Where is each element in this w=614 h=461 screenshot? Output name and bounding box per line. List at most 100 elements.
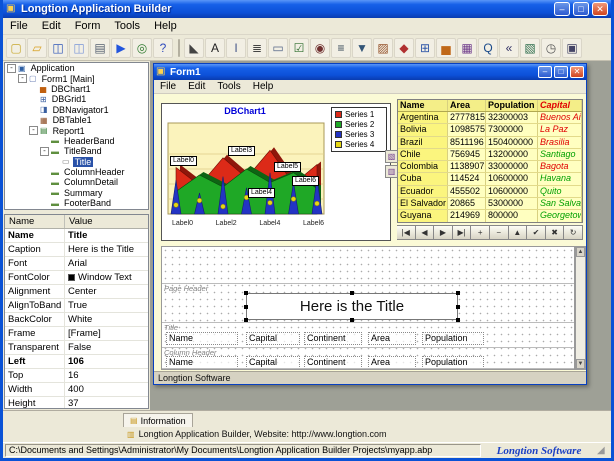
- property-value[interactable]: [Frame]: [65, 327, 148, 340]
- property-value[interactable]: Center: [65, 285, 148, 298]
- Font[interactable]: Font Arial: [5, 257, 148, 271]
- Top[interactable]: Top 16: [5, 369, 148, 383]
- tree-item[interactable]: ⊞ DBGrid1: [5, 94, 148, 104]
- grid-picture-button[interactable]: ▧: [385, 150, 398, 163]
- report-designer[interactable]: Page Header Here is the Title: [161, 246, 575, 370]
- table-tool[interactable]: ▦: [457, 38, 477, 58]
- navigator-button[interactable]: +: [471, 225, 490, 240]
- property-value[interactable]: 106: [65, 355, 148, 368]
- tree-item[interactable]: ▭ Title: [5, 157, 148, 167]
- minimize-button[interactable]: –: [554, 2, 570, 16]
- image-tool[interactable]: ▨: [373, 38, 393, 58]
- Bolivia[interactable]: Bolivia 1098575 7300000 La Paz: [398, 124, 582, 136]
- save-all-button[interactable]: ◫: [69, 38, 89, 58]
- grid-cell-area[interactable]: 455502: [448, 186, 486, 197]
- Caption[interactable]: Caption Here is the Title: [5, 243, 148, 257]
- grid-cell-population[interactable]: 5300000: [486, 198, 538, 209]
- report-field[interactable]: Population: [422, 332, 484, 345]
- grid-cell-name[interactable]: Colombia: [398, 161, 448, 172]
- grid-cell-population[interactable]: 10600000: [486, 186, 538, 197]
- grid-cell-area[interactable]: 20865: [448, 198, 486, 209]
- save-button[interactable]: ◫: [48, 38, 68, 58]
- property-value-column-header[interactable]: Value: [65, 215, 97, 228]
- grid-cell-population[interactable]: 13200000: [486, 149, 538, 160]
- grid-column-header[interactable]: Name: [398, 100, 448, 111]
- tree-expander-icon[interactable]: -: [18, 74, 27, 83]
- form1-minimize-button[interactable]: –: [538, 66, 552, 78]
- Chile[interactable]: Chile 756945 13200000 Santiago: [398, 149, 582, 161]
- Guyana[interactable]: Guyana 214969 800000 Georgetown: [398, 210, 582, 222]
- grid-cell-capital[interactable]: Georgetown: [538, 210, 582, 221]
- navigator-button[interactable]: −: [490, 225, 509, 240]
- grid-cell-name[interactable]: Bolivia: [398, 124, 448, 135]
- run-button[interactable]: ▶: [111, 38, 131, 58]
- Alignment[interactable]: Alignment Center: [5, 285, 148, 299]
- form1-title-bar[interactable]: ▣ Form1 – □ ✕: [154, 64, 586, 80]
- navigator-button[interactable]: |◀: [397, 225, 416, 240]
- grid-cell-name[interactable]: Chile: [398, 149, 448, 160]
- tree-expander-icon[interactable]: -: [7, 64, 16, 73]
- form1-menu-item[interactable]: File: [154, 81, 182, 92]
- navigator-button[interactable]: ◀: [416, 225, 435, 240]
- grid-cell-area[interactable]: 2777815: [448, 112, 486, 123]
- selection-handle[interactable]: [456, 291, 460, 295]
- tree-item[interactable]: ▅ DBChart1: [5, 84, 148, 94]
- Name[interactable]: Name Title: [5, 229, 148, 243]
- grid-cell-capital[interactable]: Buenos Aires: [538, 112, 582, 123]
- menu-item[interactable]: File: [3, 19, 35, 33]
- grid-cell-name[interactable]: Guyana: [398, 210, 448, 221]
- grid-cell-name[interactable]: Brazil: [398, 137, 448, 148]
- query-tool[interactable]: Q: [478, 38, 498, 58]
- property-value[interactable]: 37: [65, 397, 148, 409]
- grid-cell-capital[interactable]: La Paz: [538, 124, 582, 135]
- grid-cell-population[interactable]: 32300003: [486, 112, 538, 123]
- grid-tool[interactable]: ⊞: [415, 38, 435, 58]
- grid-cell-capital[interactable]: Bagota: [538, 161, 582, 172]
- report-tool[interactable]: ▧: [520, 38, 540, 58]
- radio-tool[interactable]: ◉: [310, 38, 330, 58]
- grid-cell-area[interactable]: 8511196: [448, 137, 486, 148]
- menu-item[interactable]: Help: [147, 19, 184, 33]
- shape-tool[interactable]: ◆: [394, 38, 414, 58]
- form1-maximize-button[interactable]: □: [554, 66, 568, 78]
- grid-cell-population[interactable]: 10600000: [486, 173, 538, 184]
- tree-item[interactable]: - ▬ TitleBand: [5, 146, 148, 156]
- print-button[interactable]: ▤: [90, 38, 110, 58]
- scroll-up-icon[interactable]: ▲: [576, 247, 585, 257]
- listbox-tool[interactable]: ≡: [331, 38, 351, 58]
- selection-handle[interactable]: [456, 305, 460, 309]
- report-field[interactable]: Capital: [246, 332, 300, 345]
- El Salvador[interactable]: El Salvador 20865 5300000 San Salvador: [398, 198, 582, 210]
- BackColor[interactable]: BackColor White: [5, 313, 148, 327]
- tree-item[interactable]: ▬ Summary: [5, 188, 148, 198]
- grid-cell-area[interactable]: 114524: [448, 173, 486, 184]
- grid-cell-capital[interactable]: Quito: [538, 186, 582, 197]
- property-name-column-header[interactable]: Name: [5, 215, 65, 228]
- scroll-down-icon[interactable]: ▼: [576, 359, 585, 369]
- grid-cell-area[interactable]: 1138907: [448, 161, 486, 172]
- grid-column-header[interactable]: Capital: [538, 100, 582, 111]
- property-value[interactable]: 16: [65, 369, 148, 382]
- pointer-tool[interactable]: ◣: [184, 38, 204, 58]
- menu-item[interactable]: Form: [68, 19, 108, 33]
- Transparent[interactable]: Transparent False: [5, 341, 148, 355]
- AlignToBand[interactable]: AlignToBand True: [5, 299, 148, 313]
- tree-item[interactable]: ▬ ColumnHeader: [5, 167, 148, 177]
- property-value[interactable]: White: [65, 313, 148, 326]
- grid-cell-name[interactable]: Cuba: [398, 173, 448, 184]
- selection-handle[interactable]: [244, 291, 248, 295]
- edit-tool[interactable]: I: [226, 38, 246, 58]
- close-button[interactable]: ✕: [592, 2, 608, 16]
- Height[interactable]: Height 37: [5, 397, 148, 409]
- grid-cell-population[interactable]: 800000: [486, 210, 538, 221]
- Width[interactable]: Width 400: [5, 383, 148, 397]
- combobox-tool[interactable]: ▼: [352, 38, 372, 58]
- property-value[interactable]: 400: [65, 383, 148, 396]
- Colombia[interactable]: Colombia 1138907 33000000 Bagota: [398, 161, 582, 173]
- report-field[interactable]: Area: [368, 332, 416, 345]
- grid-cell-population[interactable]: 150400000: [486, 137, 538, 148]
- tree-item[interactable]: - ▤ Report1: [5, 125, 148, 135]
- grid-column-header[interactable]: Area: [448, 100, 486, 111]
- grid-cell-population[interactable]: 7300000: [486, 124, 538, 135]
- navigator-button[interactable]: ▶|: [453, 225, 472, 240]
